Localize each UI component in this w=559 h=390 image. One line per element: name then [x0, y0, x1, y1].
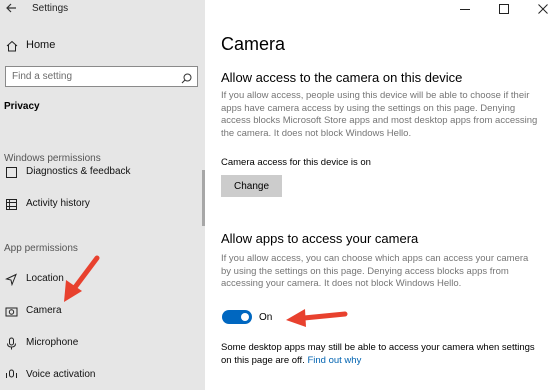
- back-arrow-icon: [6, 3, 16, 13]
- app-access-description: If you allow access, you can choose whic…: [221, 253, 529, 289]
- device-access-status: Camera access for this device is on: [221, 157, 371, 168]
- back-button[interactable]: [4, 1, 18, 15]
- nav-item-label: Microphone: [26, 337, 79, 348]
- close-icon: [538, 4, 548, 14]
- device-access-description: If you allow access, people using this d…: [221, 90, 538, 139]
- nav-item-label: Voice activation: [26, 369, 96, 380]
- nav-item-label: Diagnostics & feedback: [26, 166, 131, 177]
- toggle-state-label: On: [259, 312, 273, 323]
- desktop-apps-note: Some desktop apps may still be able to a…: [221, 342, 539, 367]
- search-input[interactable]: [6, 67, 176, 86]
- find-out-why-link[interactable]: Find out why: [307, 355, 361, 366]
- app-access-heading: Allow apps to access your camera: [221, 231, 419, 246]
- window-controls: [449, 0, 559, 16]
- change-button[interactable]: Change: [221, 175, 282, 197]
- page-title: Camera: [221, 34, 286, 54]
- window-title: Settings: [32, 3, 69, 14]
- nav-item-location[interactable]: Location: [0, 269, 205, 291]
- activity-history-icon: [5, 198, 18, 211]
- camera-icon: [5, 305, 18, 318]
- microphone-icon: [5, 337, 18, 350]
- home-icon: [6, 39, 18, 52]
- nav-item-camera[interactable]: Camera: [0, 301, 205, 323]
- voice-activation-icon: [5, 369, 18, 382]
- search-box[interactable]: [5, 66, 198, 87]
- maximize-icon: [499, 4, 509, 14]
- group-heading-windows-permissions: Windows permissions: [4, 153, 101, 164]
- nav-home-label: Home: [26, 39, 56, 51]
- location-icon: [4, 273, 18, 287]
- current-section-title: Privacy: [4, 101, 40, 112]
- diagnostics-icon: [5, 166, 18, 178]
- close-button[interactable]: [537, 2, 549, 14]
- title-bar: Settings: [0, 0, 205, 18]
- nav-item-label: Location: [26, 273, 64, 284]
- group-heading-app-permissions: App permissions: [4, 243, 78, 254]
- minimize-button[interactable]: [459, 2, 471, 14]
- nav-item-voice-activation[interactable]: Voice activation: [0, 365, 205, 387]
- maximize-button[interactable]: [498, 2, 510, 14]
- desktop-apps-note-text: Some desktop apps may still be able to a…: [221, 342, 535, 366]
- device-access-heading: Allow access to the camera on this devic…: [221, 70, 463, 85]
- nav-item-label: Camera: [26, 305, 62, 316]
- toggle-knob: [241, 313, 249, 321]
- camera-access-toggle[interactable]: [222, 310, 252, 324]
- navigation-pane: Settings Home Privacy Windows permission…: [0, 0, 205, 390]
- content-pane: Camera Allow access to the camera on thi…: [205, 0, 559, 390]
- search-icon[interactable]: [181, 71, 192, 84]
- minimize-icon: [460, 9, 470, 10]
- nav-item-label: Activity history: [26, 198, 90, 209]
- nav-item-home[interactable]: Home: [0, 34, 205, 58]
- nav-item-microphone[interactable]: Microphone: [0, 333, 205, 355]
- nav-item-diagnostics-feedback[interactable]: Diagnostics & feedback: [0, 166, 205, 178]
- nav-item-activity-history[interactable]: Activity history: [0, 194, 205, 216]
